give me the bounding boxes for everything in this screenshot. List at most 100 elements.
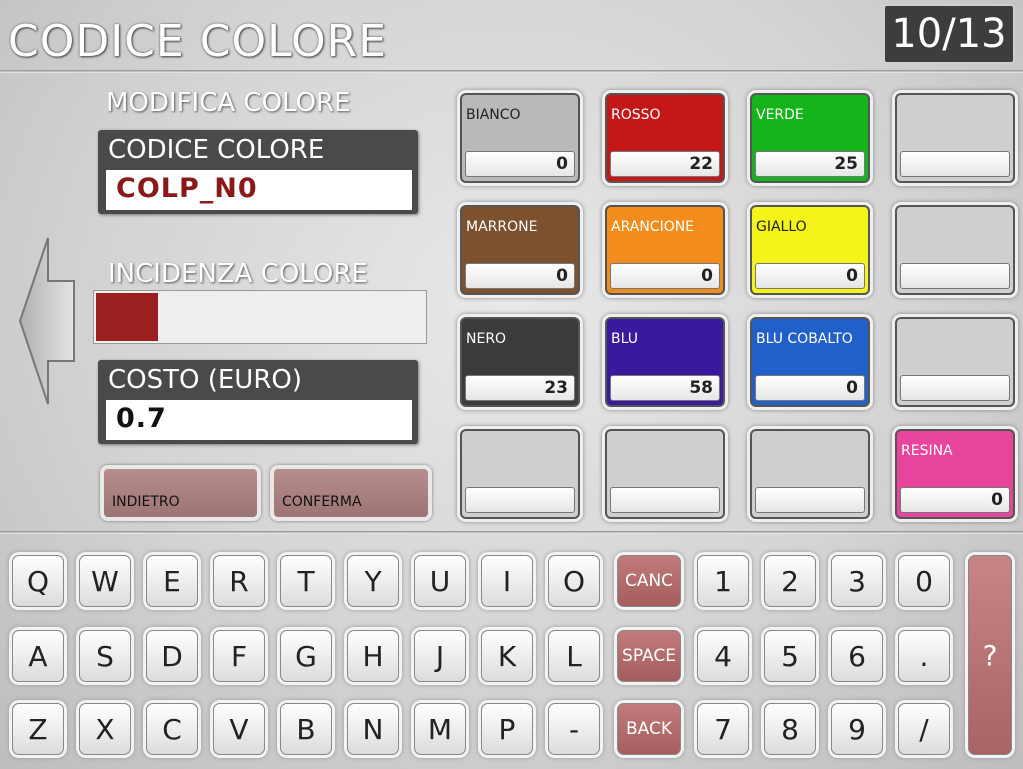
- header-divider: [0, 70, 1023, 73]
- costo-field: COSTO (EURO) 0.7: [98, 360, 418, 444]
- color-cell-empty[interactable]: [605, 429, 725, 519]
- color-value[interactable]: 0: [610, 263, 720, 289]
- numpad-key[interactable]: 9: [831, 703, 883, 755]
- color-cell-empty[interactable]: [460, 429, 580, 519]
- numpad-key[interactable]: 7: [697, 703, 749, 755]
- color-name: ROSSO: [611, 107, 661, 123]
- key-v[interactable]: V: [213, 703, 265, 755]
- key-c[interactable]: C: [146, 703, 198, 755]
- key-i[interactable]: I: [481, 555, 533, 607]
- color-value[interactable]: 0: [900, 487, 1010, 513]
- costo-input[interactable]: 0.7: [106, 400, 412, 440]
- color-name: GIALLO: [756, 219, 807, 235]
- color-cell-giallo[interactable]: GIALLO 0: [750, 205, 870, 295]
- key-g[interactable]: G: [280, 630, 332, 682]
- key-r[interactable]: R: [213, 555, 265, 607]
- numpad-key[interactable]: 5: [764, 630, 816, 682]
- page-title: CODICE COLORE: [8, 16, 388, 67]
- key-b[interactable]: B: [280, 703, 332, 755]
- color-value[interactable]: 0: [755, 375, 865, 401]
- color-value[interactable]: [900, 263, 1010, 289]
- color-value[interactable]: [755, 487, 865, 513]
- indietro-button[interactable]: INDIETRO: [100, 465, 261, 521]
- color-cell-empty[interactable]: [895, 93, 1015, 183]
- incidenza-colore-fill: [96, 293, 159, 341]
- key-t[interactable]: T: [280, 555, 332, 607]
- numpad-key[interactable]: /: [898, 703, 950, 755]
- key-k[interactable]: K: [481, 630, 533, 682]
- key-f[interactable]: F: [213, 630, 265, 682]
- color-value[interactable]: 0: [755, 263, 865, 289]
- key-l[interactable]: L: [548, 630, 600, 682]
- key-y[interactable]: Y: [347, 555, 399, 607]
- color-cell-empty[interactable]: [895, 317, 1015, 407]
- color-name: VERDE: [756, 107, 804, 123]
- color-value[interactable]: [900, 375, 1010, 401]
- key-x[interactable]: X: [79, 703, 131, 755]
- numpad-key[interactable]: 0: [898, 555, 950, 607]
- keyboard-divider: [0, 531, 1023, 534]
- back-arrow-icon[interactable]: [18, 236, 76, 406]
- numpad-key[interactable]: 4: [697, 630, 749, 682]
- color-name: BIANCO: [466, 107, 521, 123]
- numpad-key[interactable]: 2: [764, 555, 816, 607]
- color-cell-blu-cobalto[interactable]: BLU COBALTO 0: [750, 317, 870, 407]
- codice-colore-field: CODICE COLORE COLP_N0: [98, 130, 418, 214]
- section-title: MODIFICA COLORE: [106, 88, 351, 118]
- costo-label: COSTO (EURO): [108, 365, 303, 395]
- color-cell-verde[interactable]: VERDE 25: [750, 93, 870, 183]
- key-d[interactable]: D: [146, 630, 198, 682]
- color-value[interactable]: 23: [465, 375, 575, 401]
- color-value[interactable]: 58: [610, 375, 720, 401]
- color-name: ARANCIONE: [611, 219, 695, 235]
- incidenza-colore-label: INCIDENZA COLORE: [108, 259, 368, 289]
- numpad-key[interactable]: 6: [831, 630, 883, 682]
- back-key[interactable]: BACK: [617, 703, 681, 755]
- numpad-key[interactable]: .: [898, 630, 950, 682]
- space-key[interactable]: SPACE: [617, 630, 681, 682]
- color-cell-nero[interactable]: NERO 23: [460, 317, 580, 407]
- help-key[interactable]: ?: [968, 555, 1012, 755]
- key-n[interactable]: N: [347, 703, 399, 755]
- key--[interactable]: -: [548, 703, 600, 755]
- color-value[interactable]: [610, 487, 720, 513]
- key-p[interactable]: P: [481, 703, 533, 755]
- codice-colore-input[interactable]: COLP_N0: [106, 170, 412, 210]
- color-value[interactable]: 0: [465, 151, 575, 177]
- key-z[interactable]: Z: [12, 703, 64, 755]
- color-cell-bianco[interactable]: BIANCO 0: [460, 93, 580, 183]
- color-name: RESINA: [901, 443, 953, 459]
- color-name: MARRONE: [466, 219, 538, 235]
- color-name: NERO: [466, 331, 507, 347]
- key-s[interactable]: S: [79, 630, 131, 682]
- color-cell-empty[interactable]: [895, 205, 1015, 295]
- color-name: BLU COBALTO: [756, 331, 853, 347]
- key-a[interactable]: A: [12, 630, 64, 682]
- color-cell-marrone[interactable]: MARRONE 0: [460, 205, 580, 295]
- key-h[interactable]: H: [347, 630, 399, 682]
- key-u[interactable]: U: [414, 555, 466, 607]
- key-e[interactable]: E: [146, 555, 198, 607]
- codice-colore-label: CODICE COLORE: [108, 135, 325, 165]
- color-value[interactable]: [900, 151, 1010, 177]
- color-value[interactable]: [465, 487, 575, 513]
- incidenza-colore-bar[interactable]: [93, 290, 427, 344]
- canc-key[interactable]: CANC: [617, 555, 681, 607]
- numpad-key[interactable]: 3: [831, 555, 883, 607]
- key-j[interactable]: J: [414, 630, 466, 682]
- color-value[interactable]: 25: [755, 151, 865, 177]
- color-cell-rosso[interactable]: ROSSO 22: [605, 93, 725, 183]
- color-value[interactable]: 0: [465, 263, 575, 289]
- key-q[interactable]: Q: [12, 555, 64, 607]
- color-cell-arancione[interactable]: ARANCIONE 0: [605, 205, 725, 295]
- key-w[interactable]: W: [79, 555, 131, 607]
- color-cell-empty[interactable]: [750, 429, 870, 519]
- key-o[interactable]: O: [548, 555, 600, 607]
- color-value[interactable]: 22: [610, 151, 720, 177]
- color-cell-resina[interactable]: RESINA 0: [895, 429, 1015, 519]
- color-cell-blu[interactable]: BLU 58: [605, 317, 725, 407]
- conferma-button[interactable]: CONFERMA: [270, 465, 432, 521]
- key-m[interactable]: M: [414, 703, 466, 755]
- numpad-key[interactable]: 8: [764, 703, 816, 755]
- numpad-key[interactable]: 1: [697, 555, 749, 607]
